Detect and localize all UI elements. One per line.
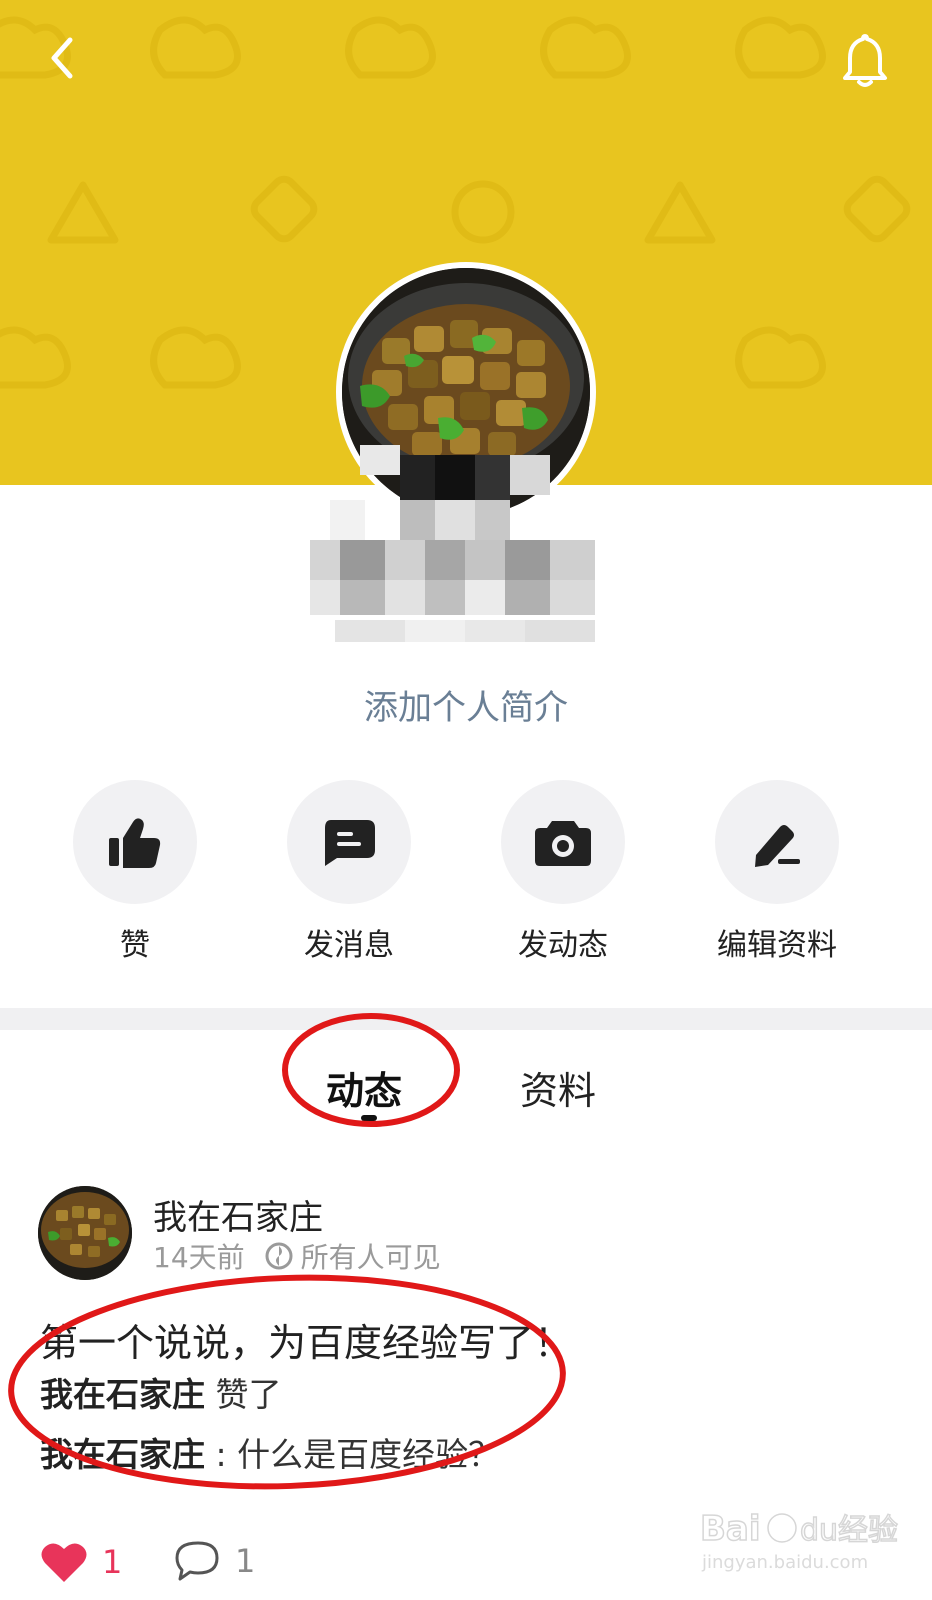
pixelated-name: [290, 445, 630, 685]
post-update-circle: [501, 780, 625, 904]
send-message-circle: [287, 780, 411, 904]
add-bio-link[interactable]: 添加个人简介: [0, 680, 932, 729]
post-content: 第一个说说，为百度经验写了！: [40, 1321, 573, 1365]
post-meta: 14天前 所有人可见: [153, 1236, 441, 1276]
thumbs-up-icon: [109, 818, 161, 868]
send-message-button[interactable]: 发消息: [264, 780, 434, 963]
post-author-name[interactable]: 我在石家庄: [153, 1190, 323, 1239]
svg-text:du经验: du经验: [800, 1513, 898, 1548]
notifications-button[interactable]: [836, 28, 894, 88]
heart-icon: [41, 1543, 87, 1582]
send-message-label: 发消息: [304, 928, 394, 963]
tab-profile-info[interactable]: 资料: [520, 1060, 596, 1115]
like-profile-circle: [73, 780, 197, 904]
edit-profile-button[interactable]: 编辑资料: [692, 780, 862, 963]
post-update-label: 发动态: [518, 928, 608, 963]
profile-actions: 赞 发消息 发动态 编辑资料: [0, 780, 932, 963]
svg-text:jingyan.baidu.com: jingyan.baidu.com: [701, 1552, 868, 1573]
tab-active-indicator: [361, 1115, 377, 1121]
like-profile-button[interactable]: 赞: [50, 780, 220, 963]
message-icon: [325, 820, 375, 866]
globe-icon: [265, 1242, 293, 1270]
like-activity-action: 赞了: [215, 1375, 282, 1414]
edit-profile-circle: [715, 780, 839, 904]
tab-posts[interactable]: 动态: [326, 1060, 402, 1115]
section-divider: [0, 1008, 932, 1030]
edit-profile-label: 编辑资料: [717, 928, 837, 963]
like-activity: 我在石家庄 赞了: [40, 1368, 282, 1416]
camera-icon: [535, 821, 591, 866]
post-avatar-image: [38, 1186, 132, 1280]
edit-icon: [755, 825, 800, 867]
svg-text:Bai: Bai: [700, 1509, 761, 1549]
comment-item[interactable]: 我在石家庄 : 什么是百度经验？: [40, 1428, 501, 1476]
comment-text: 什么是百度经验？: [237, 1435, 502, 1474]
like-button[interactable]: 1: [40, 1540, 122, 1584]
comment-separator: :: [215, 1435, 227, 1474]
chevron-left-icon: [51, 37, 73, 79]
like-count: 1: [102, 1543, 123, 1581]
post-author-avatar[interactable]: [38, 1186, 132, 1280]
back-button[interactable]: [40, 28, 90, 88]
baidu-jingyan-watermark: Bai du经验 jingyan.baidu.com: [700, 1508, 899, 1573]
post-visibility: 所有人可见: [300, 1241, 441, 1274]
comment-user[interactable]: 我在石家庄: [40, 1435, 205, 1474]
comment-bubble-icon: [175, 1541, 219, 1581]
comment-button[interactable]: 1: [175, 1540, 255, 1582]
post-update-button[interactable]: 发动态: [478, 780, 648, 963]
post-time: 14天前: [153, 1241, 245, 1274]
like-activity-user[interactable]: 我在石家庄: [40, 1375, 205, 1414]
bell-icon: [843, 34, 887, 87]
like-profile-label: 赞: [120, 928, 150, 963]
comment-count: 1: [235, 1542, 256, 1580]
